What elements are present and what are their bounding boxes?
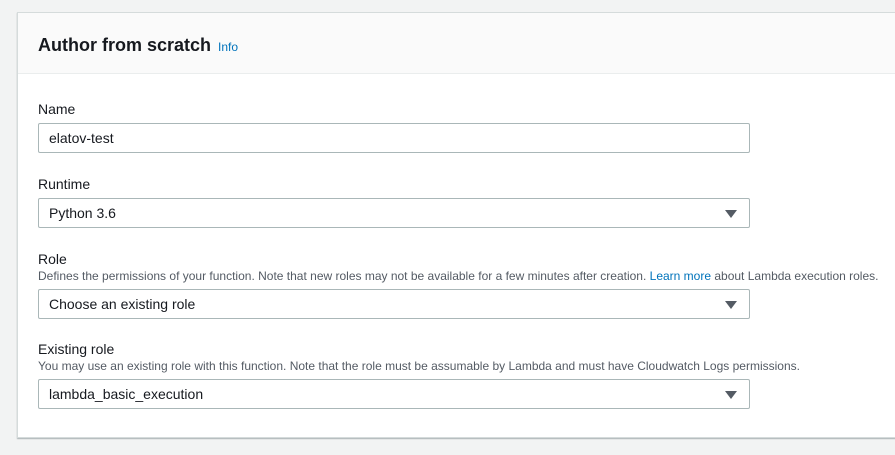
runtime-selected-value: Python 3.6 [49, 205, 116, 221]
learn-more-link[interactable]: Learn more [650, 269, 711, 283]
panel-header: Author from scratch Info [18, 13, 895, 74]
role-description: Defines the permissions of your function… [38, 269, 878, 283]
caret-down-icon [725, 210, 737, 218]
role-label: Role [38, 251, 67, 267]
existing-role-select[interactable]: lambda_basic_execution [38, 379, 750, 409]
role-description-suffix: about Lambda execution roles. [711, 269, 879, 283]
existing-role-label: Existing role [38, 341, 115, 357]
existing-role-field-group: Existing role You may use an existing ro… [38, 341, 800, 373]
role-description-text: Defines the permissions of your function… [38, 269, 650, 283]
author-from-scratch-panel: Author from scratch Info Name elatov-tes… [17, 12, 895, 438]
existing-role-description: You may use an existing role with this f… [38, 359, 800, 373]
panel-title: Author from scratch [38, 35, 212, 55]
name-field-group: Name [38, 101, 75, 117]
runtime-field-group: Runtime [38, 176, 90, 192]
name-input[interactable]: elatov-test [38, 123, 750, 153]
role-selected-value: Choose an existing role [49, 296, 196, 312]
runtime-label: Runtime [38, 176, 91, 192]
caret-down-icon [725, 391, 737, 399]
caret-down-icon [725, 301, 737, 309]
runtime-select[interactable]: Python 3.6 [38, 198, 750, 228]
info-link[interactable]: Info [218, 40, 238, 54]
name-label: Name [38, 101, 76, 117]
role-select[interactable]: Choose an existing role [38, 289, 750, 319]
existing-role-selected-value: lambda_basic_execution [49, 386, 204, 402]
role-field-group: Role Defines the permissions of your fun… [38, 251, 878, 283]
